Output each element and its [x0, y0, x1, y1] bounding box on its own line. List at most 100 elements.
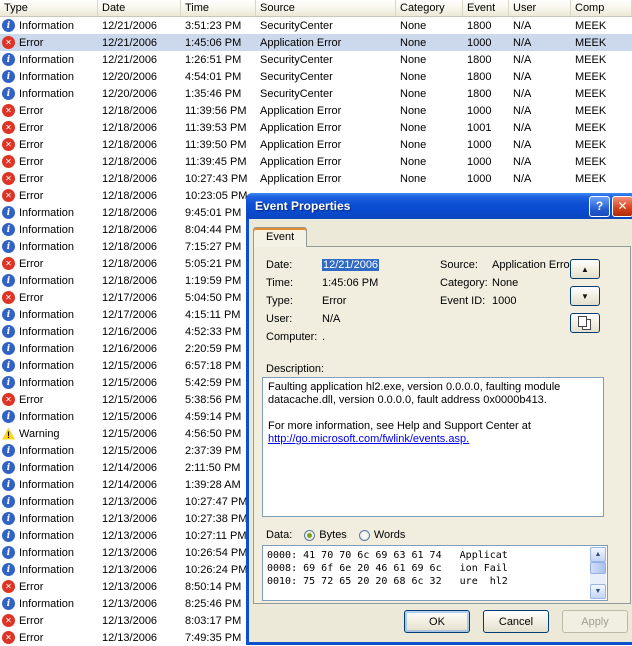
- source-cell: Application Error: [260, 121, 342, 134]
- date-cell: 12/18/2006: [102, 206, 158, 219]
- column-header-source[interactable]: Source: [256, 0, 396, 16]
- source-cell: Application Error: [260, 155, 342, 168]
- words-radio[interactable]: Words: [358, 529, 405, 541]
- date-value: 12/21/2006: [322, 259, 380, 271]
- computer-cell: MEEK: [575, 138, 607, 151]
- time-cell: 2:37:39 PM: [185, 444, 242, 457]
- info-icon: i: [2, 359, 15, 372]
- event-row[interactable]: ✕ Error 12/18/2006 10:27:43 PM Application E…: [0, 170, 632, 187]
- source-cell: SecurityCenter: [260, 53, 333, 66]
- date-cell: 12/20/2006: [102, 70, 158, 83]
- events-link[interactable]: http://go.microsoft.com/fwlink/events.as…: [268, 433, 469, 445]
- event-viewer-screen: Type Date Time Source Category Event Use…: [0, 0, 632, 646]
- type-text: Error: [19, 393, 44, 406]
- time-cell: 1:19:59 PM: [185, 274, 242, 287]
- scroll-down-icon[interactable]: ▼: [590, 584, 606, 599]
- type-text: Information: [19, 53, 75, 66]
- hex-scrollbar[interactable]: ▲ ▼: [590, 547, 606, 599]
- type-cell: ✕ Error: [0, 172, 98, 185]
- event-row[interactable]: ✕ Error 12/18/2006 11:39:45 PM Application E…: [0, 153, 632, 170]
- next-event-button[interactable]: ▼: [570, 286, 600, 306]
- cancel-button[interactable]: Cancel: [483, 610, 549, 633]
- ok-button[interactable]: OK: [404, 610, 470, 633]
- event-cell: 1001: [467, 121, 492, 134]
- event-row[interactable]: i Information 12/20/2006 1:35:46 PM Security…: [0, 85, 632, 102]
- type-text: Error: [19, 631, 44, 644]
- date-cell: 12/18/2006: [102, 138, 158, 151]
- type-text: Error: [19, 104, 44, 117]
- column-header-date[interactable]: Date: [98, 0, 181, 16]
- copy-button[interactable]: [570, 313, 600, 333]
- date-cell: 12/20/2006: [102, 87, 158, 100]
- column-header-time[interactable]: Time: [181, 0, 256, 16]
- column-header-user[interactable]: User: [509, 0, 571, 16]
- type-cell: ✕ Error: [0, 393, 98, 406]
- type-cell: ! Warning: [0, 427, 98, 440]
- error-icon: ✕: [2, 121, 15, 134]
- event-row[interactable]: ✕ Error 12/18/2006 11:39:56 PM Application E…: [0, 102, 632, 119]
- event-row[interactable]: i Information 12/21/2006 3:51:23 PM Security…: [0, 17, 632, 34]
- type-cell: ✕ Error: [0, 155, 98, 168]
- source-cell: Application Error: [260, 138, 342, 151]
- category-cell: None: [400, 172, 427, 185]
- help-icon[interactable]: ?: [589, 195, 610, 217]
- tab-event[interactable]: Event: [253, 227, 308, 247]
- source-cell: Application Error: [260, 172, 342, 185]
- date-cell: 12/13/2006: [102, 495, 158, 508]
- source-value: Application Error: [492, 259, 574, 271]
- event-cell: 1800: [467, 53, 492, 66]
- scroll-up-icon[interactable]: ▲: [590, 547, 606, 562]
- date-cell: 12/18/2006: [102, 172, 158, 185]
- previous-event-button[interactable]: ▲: [570, 259, 600, 279]
- time-cell: 5:05:21 PM: [185, 257, 242, 270]
- type-cell: i Information: [0, 274, 98, 287]
- type-cell: ✕ Error: [0, 580, 98, 593]
- type-cell: i Information: [0, 240, 98, 253]
- user-value: N/A: [322, 313, 341, 325]
- time-cell: 1:35:46 PM: [185, 87, 242, 100]
- info-icon: i: [2, 376, 15, 389]
- date-cell: 12/21/2006: [102, 53, 158, 66]
- event-tab-page: Date: 12/21/2006 Source: Application Err…: [253, 246, 631, 604]
- info-icon: i: [2, 223, 15, 236]
- data-hex-box[interactable]: 0000: 41 70 70 6c 69 63 61 74 Applicat 0…: [262, 545, 608, 601]
- type-text: Error: [19, 257, 44, 270]
- info-icon: i: [2, 274, 15, 287]
- event-row[interactable]: ✕ Error 12/18/2006 11:39:50 PM Application E…: [0, 136, 632, 153]
- event-row[interactable]: ✕ Error 12/18/2006 11:39:53 PM Application E…: [0, 119, 632, 136]
- date-cell: 12/21/2006: [102, 19, 158, 32]
- dialog-titlebar[interactable]: Event Properties ? ✕: [246, 193, 632, 219]
- time-value: 1:45:06 PM: [322, 277, 379, 289]
- date-cell: 12/15/2006: [102, 359, 158, 372]
- time-cell: 10:23:05 PM: [185, 189, 248, 202]
- dialog-body: Event Date: 12/21/2006 Source: Applicati…: [246, 219, 632, 645]
- type-cell: ✕ Error: [0, 36, 98, 49]
- column-header-category[interactable]: Category: [396, 0, 463, 16]
- close-icon[interactable]: ✕: [612, 195, 632, 217]
- date-cell: 12/17/2006: [102, 308, 158, 321]
- time-cell: 11:39:50 PM: [185, 138, 247, 151]
- type-cell: ✕ Error: [0, 104, 98, 117]
- bytes-radio[interactable]: Bytes: [304, 529, 347, 541]
- column-header-computer[interactable]: Comp: [571, 0, 632, 16]
- event-row[interactable]: ✕ Error 12/21/2006 1:45:06 PM Application Er…: [0, 34, 632, 51]
- type-text: Information: [19, 546, 75, 559]
- computer-cell: MEEK: [575, 155, 607, 168]
- type-text: Information: [19, 342, 75, 355]
- type-text: Information: [19, 444, 75, 457]
- time-cell: 8:25:46 PM: [185, 597, 242, 610]
- scroll-track[interactable]: [590, 562, 606, 584]
- description-box[interactable]: Faulting application hl2.exe, version 0.…: [262, 377, 604, 517]
- type-text: Information: [19, 19, 75, 32]
- source-label: Source:: [440, 259, 478, 271]
- source-cell: SecurityCenter: [260, 87, 333, 100]
- scroll-thumb[interactable]: [590, 562, 606, 574]
- radio-selected-icon: [304, 529, 316, 541]
- event-row[interactable]: i Information 12/21/2006 1:26:51 PM Security…: [0, 51, 632, 68]
- column-header-event[interactable]: Event: [463, 0, 509, 16]
- column-header-type[interactable]: Type: [0, 0, 98, 16]
- computer-cell: MEEK: [575, 19, 607, 32]
- event-row[interactable]: i Information 12/20/2006 4:54:01 PM Security…: [0, 68, 632, 85]
- type-text: Error: [19, 138, 44, 151]
- date-cell: 12/18/2006: [102, 189, 158, 202]
